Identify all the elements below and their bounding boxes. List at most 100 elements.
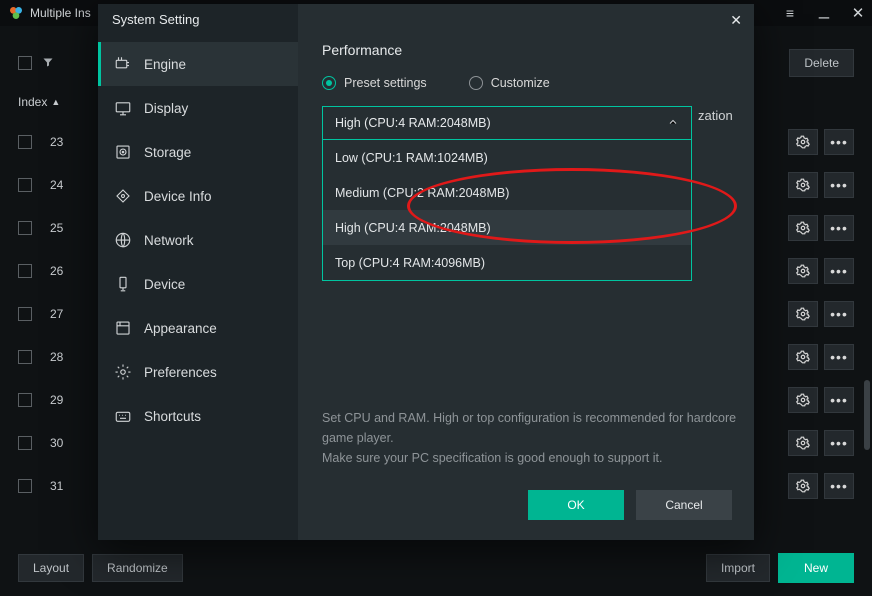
row-checkbox[interactable] — [18, 307, 32, 321]
row-checkbox[interactable] — [18, 135, 32, 149]
settings-sidebar: EngineDisplay Storage Device Info Network De… — [98, 4, 298, 540]
sidebar-item-label: Preferences — [144, 365, 217, 380]
dropdown-value: High (CPU:4 RAM:2048MB) — [335, 116, 491, 130]
row-index: 23 — [50, 135, 63, 149]
randomize-button[interactable]: Randomize — [92, 554, 183, 582]
sort-asc-icon: ▲ — [51, 97, 60, 107]
dropdown-option[interactable]: High (CPU:4 RAM:2048MB) — [323, 210, 691, 245]
sidebar-item-device[interactable]: Device — [98, 262, 298, 306]
performance-dropdown[interactable]: High (CPU:4 RAM:2048MB) Low (CPU:1 RAM:1… — [322, 106, 692, 281]
row-checkbox[interactable] — [18, 393, 32, 407]
row-settings-button[interactable] — [788, 258, 818, 284]
select-all-checkbox[interactable] — [18, 56, 32, 70]
sidebar-item-label: Shortcuts — [144, 409, 201, 424]
sidebar-item-storage[interactable]: Storage — [98, 130, 298, 174]
row-checkbox[interactable] — [18, 178, 32, 192]
radio-dot — [322, 76, 336, 90]
delete-button[interactable]: Delete — [789, 49, 854, 77]
row-index: 28 — [50, 350, 63, 364]
close-window-button[interactable]: ✕ — [850, 6, 866, 21]
row-more-button[interactable]: ••• — [824, 473, 854, 499]
ok-button[interactable]: OK — [528, 490, 624, 520]
row-index: 25 — [50, 221, 63, 235]
row-index: 24 — [50, 178, 63, 192]
row-more-button[interactable]: ••• — [824, 258, 854, 284]
bottom-bar: Layout Randomize Import New — [0, 540, 872, 596]
filter-icon[interactable] — [42, 56, 54, 71]
modal-title: System Setting — [112, 12, 199, 27]
radio-dot — [469, 76, 483, 90]
sidebar-item-appearance[interactable]: Appearance — [98, 306, 298, 350]
row-checkbox[interactable] — [18, 350, 32, 364]
settings-modal: System Setting ✕ EngineDisplayStorageDev… — [98, 4, 754, 540]
row-settings-button[interactable] — [788, 344, 818, 370]
menu-icon[interactable]: ≡ — [782, 6, 798, 20]
radio-label: Customize — [491, 76, 550, 90]
sidebar-item-preferences[interactable]: Preferences — [98, 350, 298, 394]
radio-customize[interactable]: Customize — [469, 76, 550, 90]
row-more-button[interactable]: ••• — [824, 172, 854, 198]
dropdown-option[interactable]: Top (CPU:4 RAM:4096MB) — [323, 245, 691, 280]
row-more-button[interactable]: ••• — [824, 129, 854, 155]
row-more-button[interactable]: ••• — [824, 344, 854, 370]
row-settings-button[interactable] — [788, 430, 818, 456]
window-title: Multiple Ins — [30, 6, 91, 20]
row-settings-button[interactable] — [788, 129, 818, 155]
column-header-label: Index — [18, 95, 47, 109]
row-settings-button[interactable] — [788, 473, 818, 499]
row-index: 29 — [50, 393, 63, 407]
new-button[interactable]: New — [778, 553, 854, 583]
radio-preset-settings[interactable]: Preset settings — [322, 76, 427, 90]
row-checkbox[interactable] — [18, 221, 32, 235]
row-settings-button[interactable] — [788, 387, 818, 413]
sidebar-item-label: Device Info — [144, 189, 212, 204]
sidebar-item-display[interactable]: Display — [98, 86, 298, 130]
storage-icon — [114, 143, 132, 161]
row-more-button[interactable]: ••• — [824, 301, 854, 327]
sidebar-item-deviceinfo[interactable]: Device Info — [98, 174, 298, 218]
minimize-button[interactable]: _ — [816, 0, 832, 18]
dropdown-option[interactable]: Low (CPU:1 RAM:1024MB) — [323, 140, 691, 175]
row-more-button[interactable]: ••• — [824, 430, 854, 456]
row-checkbox[interactable] — [18, 479, 32, 493]
display-icon — [114, 99, 132, 117]
help-line: Set CPU and RAM. High or top configurati… — [322, 408, 752, 448]
row-index: 30 — [50, 436, 63, 450]
shortcuts-icon — [114, 407, 132, 425]
row-settings-button[interactable] — [788, 172, 818, 198]
sidebar-item-label: Storage — [144, 145, 191, 160]
scrollbar-thumb[interactable] — [864, 380, 870, 450]
import-button[interactable]: Import — [706, 554, 770, 582]
sidebar-item-network[interactable]: Network — [98, 218, 298, 262]
deviceinfo-icon — [114, 187, 132, 205]
row-more-button[interactable]: ••• — [824, 215, 854, 241]
help-line: Make sure your PC specification is good … — [322, 448, 752, 468]
dropdown-selected[interactable]: High (CPU:4 RAM:2048MB) — [322, 106, 692, 140]
radio-label: Preset settings — [344, 76, 427, 90]
sidebar-item-label: Appearance — [144, 321, 217, 336]
row-index: 27 — [50, 307, 63, 321]
device-icon — [114, 275, 132, 293]
app-logo-icon — [8, 5, 24, 21]
sidebar-item-shortcuts[interactable]: Shortcuts — [98, 394, 298, 438]
row-index: 26 — [50, 264, 63, 278]
cancel-button[interactable]: Cancel — [636, 490, 732, 520]
row-settings-button[interactable] — [788, 215, 818, 241]
preferences-icon — [114, 363, 132, 381]
row-settings-button[interactable] — [788, 301, 818, 327]
settings-pane: Performance Preset settings Customize Hi… — [298, 4, 754, 540]
row-checkbox[interactable] — [18, 436, 32, 450]
sidebar-item-label: Device — [144, 277, 185, 292]
sidebar-item-label: Network — [144, 233, 194, 248]
dropdown-menu: Low (CPU:1 RAM:1024MB)Medium (CPU:2 RAM:… — [322, 140, 692, 281]
network-icon — [114, 231, 132, 249]
row-checkbox[interactable] — [18, 264, 32, 278]
obscured-text: zation — [698, 108, 733, 123]
section-title: Performance — [322, 42, 730, 58]
dropdown-option[interactable]: Medium (CPU:2 RAM:2048MB) — [323, 175, 691, 210]
row-more-button[interactable]: ••• — [824, 387, 854, 413]
appearance-icon — [114, 319, 132, 337]
column-header-index[interactable]: Index ▲ — [18, 95, 60, 109]
layout-button[interactable]: Layout — [18, 554, 84, 582]
sidebar-item-engine[interactable]: Engine — [98, 42, 298, 86]
